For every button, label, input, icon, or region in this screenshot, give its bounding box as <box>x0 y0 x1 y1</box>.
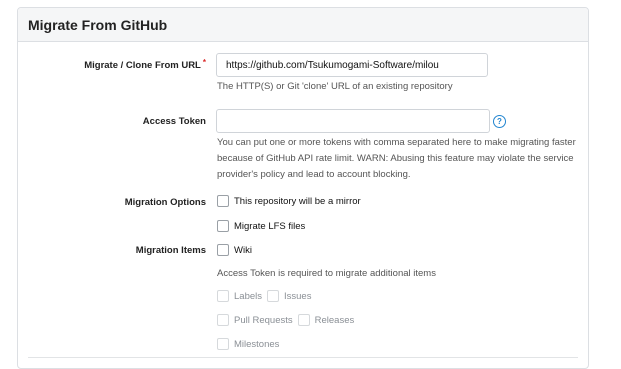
migration-items-label: Migration Items <box>135 245 206 256</box>
mirror-label[interactable]: This repository will be a mirror <box>234 196 361 207</box>
issues-label: Issues <box>284 290 312 302</box>
labels-issues-row: Labels Issues <box>217 290 316 302</box>
access-token-input[interactable] <box>216 109 490 133</box>
access-token-label: Access Token <box>142 116 206 127</box>
mirror-checkbox[interactable] <box>217 195 229 207</box>
lfs-option[interactable]: Migrate LFS files <box>217 220 310 232</box>
clone-url-label-text: Migrate / Clone From URL <box>84 60 201 71</box>
lfs-label[interactable]: Migrate LFS files <box>234 221 305 232</box>
pull-requests-checkbox[interactable] <box>217 314 229 326</box>
mirror-option[interactable]: This repository will be a mirror <box>217 195 366 207</box>
wiki-checkbox[interactable] <box>217 244 229 256</box>
milestones-label: Milestones <box>234 338 280 350</box>
wiki-option[interactable]: Wiki <box>217 244 257 256</box>
token-required-note: Access Token is required to migrate addi… <box>217 268 436 279</box>
migrate-panel: Migrate From GitHub Migrate / Clone From… <box>17 7 589 369</box>
panel-title: Migrate From GitHub <box>28 17 168 33</box>
wiki-label[interactable]: Wiki <box>234 245 252 256</box>
milestones-checkbox[interactable] <box>217 338 229 350</box>
migration-options-label: Migration Options <box>124 197 206 208</box>
lfs-checkbox[interactable] <box>217 220 229 232</box>
section-divider <box>28 357 578 358</box>
required-mark: * <box>202 58 206 67</box>
pulls-releases-row: Pull Requests Releases <box>217 314 359 326</box>
question-circle-icon[interactable]: ? <box>493 115 506 128</box>
issues-checkbox[interactable] <box>267 290 279 302</box>
clone-url-label: Migrate / Clone From URL * <box>84 58 206 71</box>
labels-label: Labels <box>234 290 262 302</box>
pull-requests-label: Pull Requests <box>234 314 293 326</box>
clone-url-input[interactable] <box>216 53 488 77</box>
access-token-help: You can put one or more tokens with comm… <box>217 137 576 180</box>
releases-label: Releases <box>314 314 355 326</box>
labels-checkbox[interactable] <box>217 290 229 302</box>
milestones-row: Milestones <box>217 338 284 350</box>
releases-checkbox[interactable] <box>297 314 310 326</box>
clone-url-help: The HTTP(S) or Git 'clone' URL of an exi… <box>217 81 453 92</box>
panel-header: Migrate From GitHub <box>18 8 588 42</box>
